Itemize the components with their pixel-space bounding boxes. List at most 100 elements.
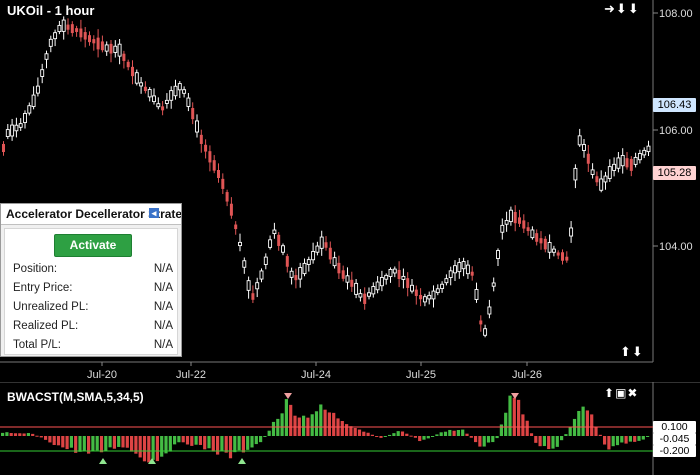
candle-up xyxy=(590,169,595,175)
candle-down xyxy=(122,53,126,61)
histogram-bar xyxy=(190,436,194,446)
candle-down xyxy=(277,234,281,246)
histogram-bar xyxy=(482,436,486,447)
date-axis: Jul-20 Jul-22 Jul-24 Jul-25 Jul-26 xyxy=(87,362,542,380)
histogram-bar xyxy=(529,433,534,436)
histogram-bar xyxy=(400,431,405,436)
candle-up xyxy=(457,262,462,273)
histogram-bar xyxy=(130,436,134,452)
histogram-bar xyxy=(594,426,598,436)
histogram-bar xyxy=(396,431,400,436)
chart-scale-buttons[interactable]: ⬆⬇ xyxy=(620,344,644,360)
indicator-pane-buttons[interactable]: ⬆▣✖ xyxy=(604,386,638,400)
candle-up xyxy=(104,44,109,52)
move-up-icon[interactable]: ⬆ xyxy=(604,386,615,400)
scroll-right-icon[interactable]: ➜ xyxy=(604,1,616,16)
close-icon[interactable]: ✖ xyxy=(627,386,638,400)
scale-down-icon[interactable]: ⬇ xyxy=(632,344,644,359)
histogram-bar xyxy=(607,436,611,450)
candle-up xyxy=(195,120,199,133)
histogram-bar xyxy=(18,433,22,436)
candle-up xyxy=(435,288,440,294)
histogram-bar xyxy=(366,432,370,436)
histogram-bar xyxy=(560,436,564,441)
strategy-row-unrealized-pl: Unrealized PL: N/A xyxy=(13,301,173,313)
strategy-panel-header[interactable]: Accelerator Decellerator Strate ◂ xyxy=(1,204,181,225)
candle-up xyxy=(440,283,445,289)
candle-down xyxy=(513,212,517,224)
histogram-bar xyxy=(168,436,172,452)
candle-up xyxy=(319,236,324,249)
histogram-bar xyxy=(35,435,39,437)
date-tick-label: Jul-22 xyxy=(176,369,206,380)
candle-down xyxy=(143,86,147,92)
candle-up xyxy=(147,89,152,98)
histogram-bar xyxy=(216,436,220,455)
candle-down xyxy=(66,24,70,30)
candle-up xyxy=(620,155,625,167)
candle-down xyxy=(225,192,229,202)
histogram-bar xyxy=(314,411,319,436)
candle-up xyxy=(242,260,247,268)
histogram-bar xyxy=(228,436,233,459)
histogram-bar xyxy=(259,436,263,443)
chart-nav-buttons[interactable]: ➜⬇⬇ xyxy=(604,1,640,17)
candle-up xyxy=(156,103,161,108)
histogram-bar xyxy=(69,436,73,448)
histogram-bar xyxy=(452,430,456,436)
candle-down xyxy=(556,252,560,256)
histogram-bar xyxy=(633,436,637,442)
candle-down xyxy=(526,227,530,232)
histogram-bar xyxy=(198,436,202,445)
candle-up xyxy=(298,267,303,280)
last-price-tag: 106.43 xyxy=(653,98,696,112)
candle-up xyxy=(448,270,453,279)
expand-down-icon[interactable]: ⬇ xyxy=(628,1,640,16)
histogram-bar xyxy=(207,436,211,449)
histogram-bar xyxy=(508,395,512,436)
candle-down xyxy=(586,153,590,164)
candle-up xyxy=(599,178,604,191)
candle-up xyxy=(164,99,169,104)
histogram-bar xyxy=(345,424,349,436)
candle-up xyxy=(453,265,457,274)
candle-up xyxy=(23,113,27,123)
histogram-bar xyxy=(443,431,448,436)
histogram-bar xyxy=(48,436,52,443)
histogram-bar xyxy=(568,427,572,436)
candle-up xyxy=(354,282,359,295)
histogram-bar xyxy=(56,436,61,446)
candle-up xyxy=(27,105,32,114)
histogram-bar xyxy=(615,436,620,446)
collapse-icon[interactable]: ◂ xyxy=(149,208,159,218)
histogram-bar xyxy=(362,431,366,436)
strategy-row-entry-price: Entry Price: N/A xyxy=(13,282,173,294)
candle-up xyxy=(289,270,294,278)
indicator-title: BWACST(M,SMA,5,34,5) xyxy=(7,390,144,404)
candle-down xyxy=(324,242,328,248)
candle-down xyxy=(414,289,418,296)
scale-up-icon[interactable]: ⬆ xyxy=(620,344,632,359)
candle-down xyxy=(217,170,220,178)
price-tick-label: 104.00 xyxy=(659,241,693,253)
histogram-bar xyxy=(383,436,387,437)
candle-down xyxy=(234,224,238,230)
histogram-bar xyxy=(142,436,147,462)
candle-up xyxy=(551,248,556,253)
candle-down xyxy=(88,35,91,43)
candle-up xyxy=(465,264,470,275)
candle-up xyxy=(173,85,178,97)
strategy-panel-body: Activate Position: N/A Entry Price: N/A … xyxy=(4,228,178,355)
candle-up xyxy=(117,43,122,57)
histogram-bar xyxy=(375,436,379,437)
candle-up xyxy=(573,167,578,181)
maximize-icon[interactable]: ▣ xyxy=(615,386,627,400)
scroll-down-icon[interactable]: ⬇ xyxy=(616,1,628,16)
histogram-bar xyxy=(52,436,56,445)
histogram-bar xyxy=(388,434,392,436)
candle-up xyxy=(40,69,45,77)
candle-up xyxy=(487,306,492,315)
candle-down xyxy=(625,158,629,168)
activate-button[interactable]: Activate xyxy=(54,234,132,257)
buy-signal-marker xyxy=(99,458,107,464)
